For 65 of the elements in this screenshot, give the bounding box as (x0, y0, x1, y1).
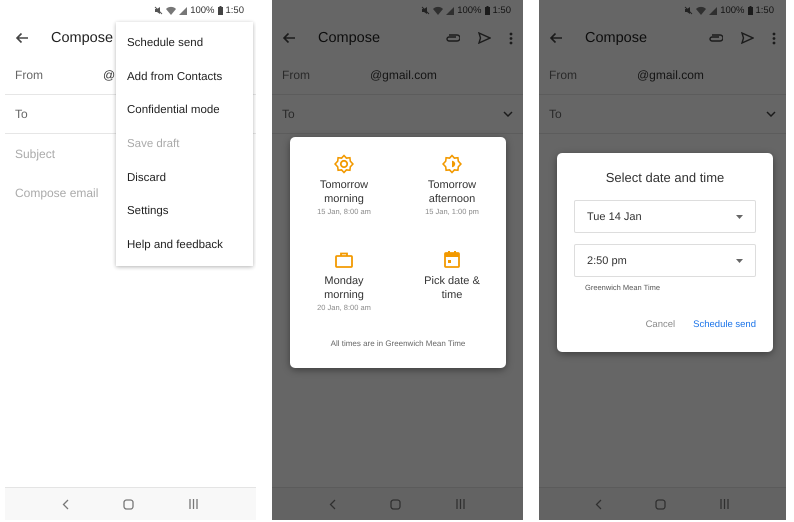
field-label: To (15, 107, 29, 121)
menu-item[interactable]: Help and feedback (116, 228, 253, 262)
field-value: @gmail.com (637, 68, 704, 82)
wifi-icon (166, 6, 176, 14)
signal-icon (179, 6, 188, 14)
field-label: From (15, 68, 44, 82)
dropdown-arrow-icon (736, 258, 743, 262)
field-label: From (549, 68, 578, 82)
clock: 1:50 (756, 4, 774, 16)
primary-button[interactable]: Schedule send (693, 319, 756, 330)
menu-item[interactable]: Confidential mode (116, 93, 253, 128)
home-icon[interactable] (123, 498, 134, 510)
field-label: To (282, 107, 296, 121)
mute-icon (684, 6, 694, 14)
battery-icon (484, 6, 490, 14)
briefcase-icon (334, 250, 354, 270)
mute-icon (154, 6, 164, 14)
screen-title: Compose (318, 30, 380, 46)
attachment-icon[interactable] (446, 34, 460, 42)
timezone-note: All times are in Greenwich Mean Time (330, 339, 466, 348)
signal-icon (709, 6, 718, 14)
mute-icon (421, 6, 430, 14)
menu-item[interactable]: Add from Contacts (116, 60, 253, 94)
home-icon[interactable] (654, 498, 666, 510)
wifi-icon (433, 6, 444, 14)
clock: 1:50 (492, 4, 511, 16)
attachment-icon[interactable] (709, 34, 723, 42)
signal-icon (446, 6, 454, 14)
more-icon[interactable] (772, 32, 776, 44)
send-icon[interactable] (478, 32, 491, 44)
back-icon[interactable] (329, 498, 336, 510)
send-icon[interactable] (741, 32, 754, 44)
battery-icon (218, 6, 222, 14)
dropdown[interactable]: Tue 14 Jan (574, 200, 756, 233)
schedule-option[interactable]: Pick date & time (398, 250, 506, 312)
text-button[interactable]: Cancel (646, 319, 676, 330)
wifi-icon (696, 6, 706, 14)
battery-icon (748, 6, 752, 14)
dropdown-arrow-icon (736, 214, 743, 218)
field-value: @gmail.com (370, 68, 437, 82)
dialog-title: Select date and time (604, 170, 726, 185)
field-label: To (549, 107, 563, 121)
screen-title: Compose (51, 30, 114, 46)
menu-item[interactable]: Schedule send (116, 26, 253, 60)
battery-level: 100% (190, 4, 214, 16)
field-label: From (282, 68, 311, 82)
field-value: @ (103, 68, 116, 82)
dropdown[interactable]: 2:50 pm (574, 244, 756, 277)
half-sun-icon (442, 154, 462, 174)
more-icon[interactable] (509, 32, 513, 44)
back-arrow-icon[interactable] (15, 32, 29, 44)
back-icon[interactable] (62, 498, 69, 510)
back-icon[interactable] (595, 498, 602, 510)
chevron-down-icon[interactable] (503, 111, 513, 117)
chevron-down-icon[interactable] (766, 111, 776, 117)
clock: 1:50 (226, 4, 244, 16)
recents-icon[interactable] (455, 499, 466, 509)
battery-level: 100% (720, 4, 744, 16)
calendar-icon (442, 250, 462, 270)
screen-title: Compose (585, 30, 648, 46)
battery-level: 100% (457, 4, 482, 16)
recents-icon[interactable] (188, 499, 199, 509)
sun-icon (334, 154, 354, 174)
recents-icon[interactable] (718, 499, 730, 509)
home-icon[interactable] (390, 498, 401, 510)
